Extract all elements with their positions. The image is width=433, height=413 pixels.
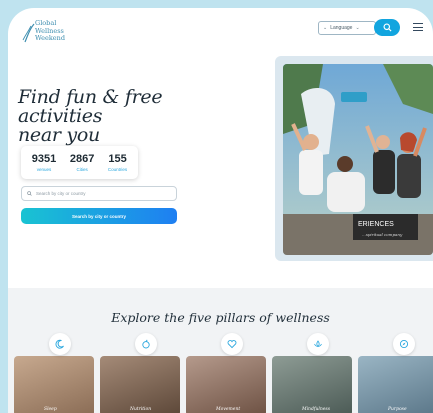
group-photo-image: ERIENCES ...spiritual company: [283, 64, 433, 255]
headline-line-1: Find fun & free activities: [18, 86, 163, 127]
page-frame: Global Wellness Weekend ⌄ Language ⌄ Fin…: [8, 8, 433, 413]
search-icon: [27, 191, 32, 196]
hero-headline: Find fun & free activities near you: [18, 88, 218, 145]
chevron-down-icon: ⌄: [355, 25, 360, 31]
stat-label: venues: [36, 167, 52, 172]
pillar-card-mindfulness[interactable]: Mindfulness: [272, 356, 352, 413]
pillar-card-movement[interactable]: Movement: [186, 356, 266, 413]
hero-photo-card: ERIENCES ...spiritual company: [275, 56, 433, 261]
stat-value: 2867: [69, 153, 95, 165]
pillar-card-nutrition[interactable]: Nutrition: [100, 356, 180, 413]
photo-sign-text: ERIENCES: [358, 221, 394, 228]
photo-sign-subtext: ...spiritual company: [362, 232, 403, 237]
hamburger-menu-icon[interactable]: [413, 23, 423, 31]
lotus-icon[interactable]: [307, 333, 329, 355]
pillar-image: [14, 356, 94, 413]
search-placeholder: Search by city or country: [36, 191, 86, 196]
pillar-label: Purpose: [388, 407, 407, 412]
pillar-label: Mindfulness: [302, 407, 331, 412]
language-select[interactable]: ⌄ Language ⌄: [318, 21, 376, 35]
pillar-card-purpose[interactable]: Purpose: [358, 356, 433, 413]
compass-icon[interactable]: [393, 333, 415, 355]
search-cta-button[interactable]: Search by city or country: [21, 208, 177, 224]
apple-icon[interactable]: [135, 333, 157, 355]
stat-value: 9351: [31, 153, 57, 165]
stat-venues: 9351 venues: [32, 153, 56, 172]
pillar-label: Nutrition: [130, 407, 152, 412]
pillars-title: Explore the five pillars of wellness: [111, 310, 330, 325]
pillar-image: [272, 356, 352, 413]
headline-line-2: near you: [18, 124, 100, 146]
hero-photo: ERIENCES ...spiritual company: [283, 64, 433, 255]
language-label: Language: [330, 25, 353, 31]
stat-label: Countries: [107, 167, 128, 172]
heart-pulse-icon[interactable]: [221, 333, 243, 355]
pillar-image: [186, 356, 266, 413]
pillar-image: [358, 356, 433, 413]
pillar-label: Sleep: [44, 407, 57, 412]
stat-cities: 2867 Cities: [70, 153, 94, 172]
pillar-image: [100, 356, 180, 413]
stat-value: 155: [108, 153, 127, 165]
stat-countries: 155 Countries: [108, 153, 127, 172]
location-search-input[interactable]: Search by city or country: [21, 186, 177, 201]
header-search-button[interactable]: [374, 19, 400, 36]
chevron-down-icon: ⌄: [323, 25, 328, 31]
site-logo[interactable]: Global Wellness Weekend: [22, 18, 82, 48]
moon-icon[interactable]: [49, 333, 71, 355]
pillar-label: Movement: [216, 407, 241, 412]
search-icon: [382, 23, 392, 32]
stat-label: Cities: [76, 167, 88, 172]
pillar-card-sleep[interactable]: Sleep: [14, 356, 94, 413]
stats-card: 9351 venues 2867 Cities 155 Countries: [21, 146, 138, 179]
logo-text: Global Wellness Weekend: [35, 19, 65, 43]
cta-label: Search by city or country: [71, 213, 127, 219]
pillars-section: Explore the five pillars of wellness Sle…: [8, 288, 433, 413]
logo-line-3: Weekend: [35, 34, 65, 42]
